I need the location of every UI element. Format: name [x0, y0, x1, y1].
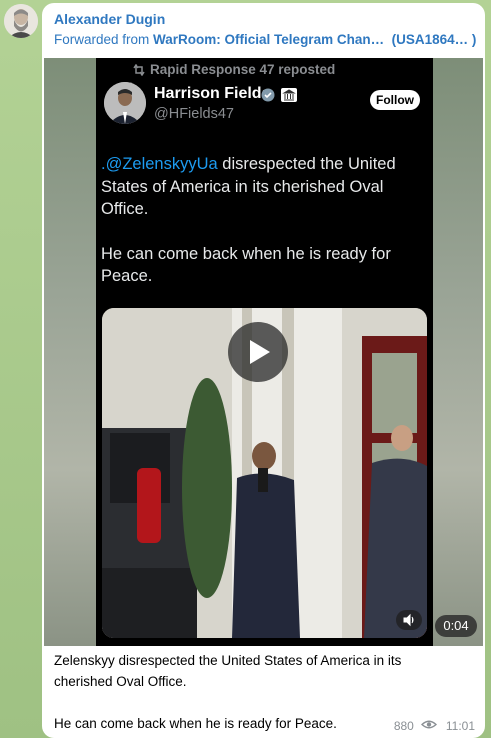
repost-line: Rapid Response 47 reposted [132, 62, 335, 79]
tweet-author-handle: @HFields47 [154, 106, 234, 122]
follow-button: Follow [370, 90, 420, 110]
volume-icon [403, 613, 414, 627]
video-media[interactable]: Rapid Response 47 reposted Harrison Fiel… [44, 58, 483, 646]
tweet-mention: .@ZelenskyyUa [101, 155, 218, 173]
view-count: 880 [393, 719, 414, 733]
repost-icon [132, 63, 146, 79]
sender-name[interactable]: Alexander Dugin [54, 11, 165, 27]
forwarded-suffix: (USA1864… ) [391, 32, 477, 47]
mute-button[interactable] [396, 610, 422, 630]
message-bubble: Alexander Dugin Forwarded from WarRoom: … [42, 3, 485, 738]
caption-line-1: Zelenskyy disrespected the United States… [54, 653, 402, 689]
forwarded-prefix: Forwarded from [54, 32, 150, 47]
government-building-icon [281, 88, 298, 107]
play-button[interactable] [228, 322, 288, 382]
sender-avatar[interactable] [4, 4, 38, 38]
message-meta: 880 11:01 [394, 719, 475, 733]
message-caption: Zelenskyy disrespected the United States… [54, 650, 434, 734]
forwarded-source[interactable]: WarRoom: Official Telegram Chan… [153, 32, 384, 47]
tweet-text: .@ZelenskyyUa disrespected the United St… [101, 153, 426, 310]
reposted-by: Rapid Response 47 reposted [150, 62, 336, 77]
forwarded-from[interactable]: Forwarded from WarRoom: Official Telegra… [54, 32, 482, 47]
play-icon [250, 340, 270, 364]
author-badges [261, 88, 298, 107]
tweet-text-part2: He can come back when he is ready for Pe… [101, 244, 391, 286]
tweet-author-name: Harrison Fields [154, 85, 271, 102]
media-blur-left [44, 58, 96, 646]
eye-icon [420, 719, 437, 733]
tweet-author-avatar [104, 82, 146, 124]
message-time: 11:01 [445, 719, 475, 733]
video-duration: 0:04 [435, 615, 477, 637]
verified-badge-icon [261, 88, 275, 107]
caption-line-2: He can come back when he is ready for Pe… [54, 716, 337, 731]
media-blur-right [431, 58, 483, 646]
